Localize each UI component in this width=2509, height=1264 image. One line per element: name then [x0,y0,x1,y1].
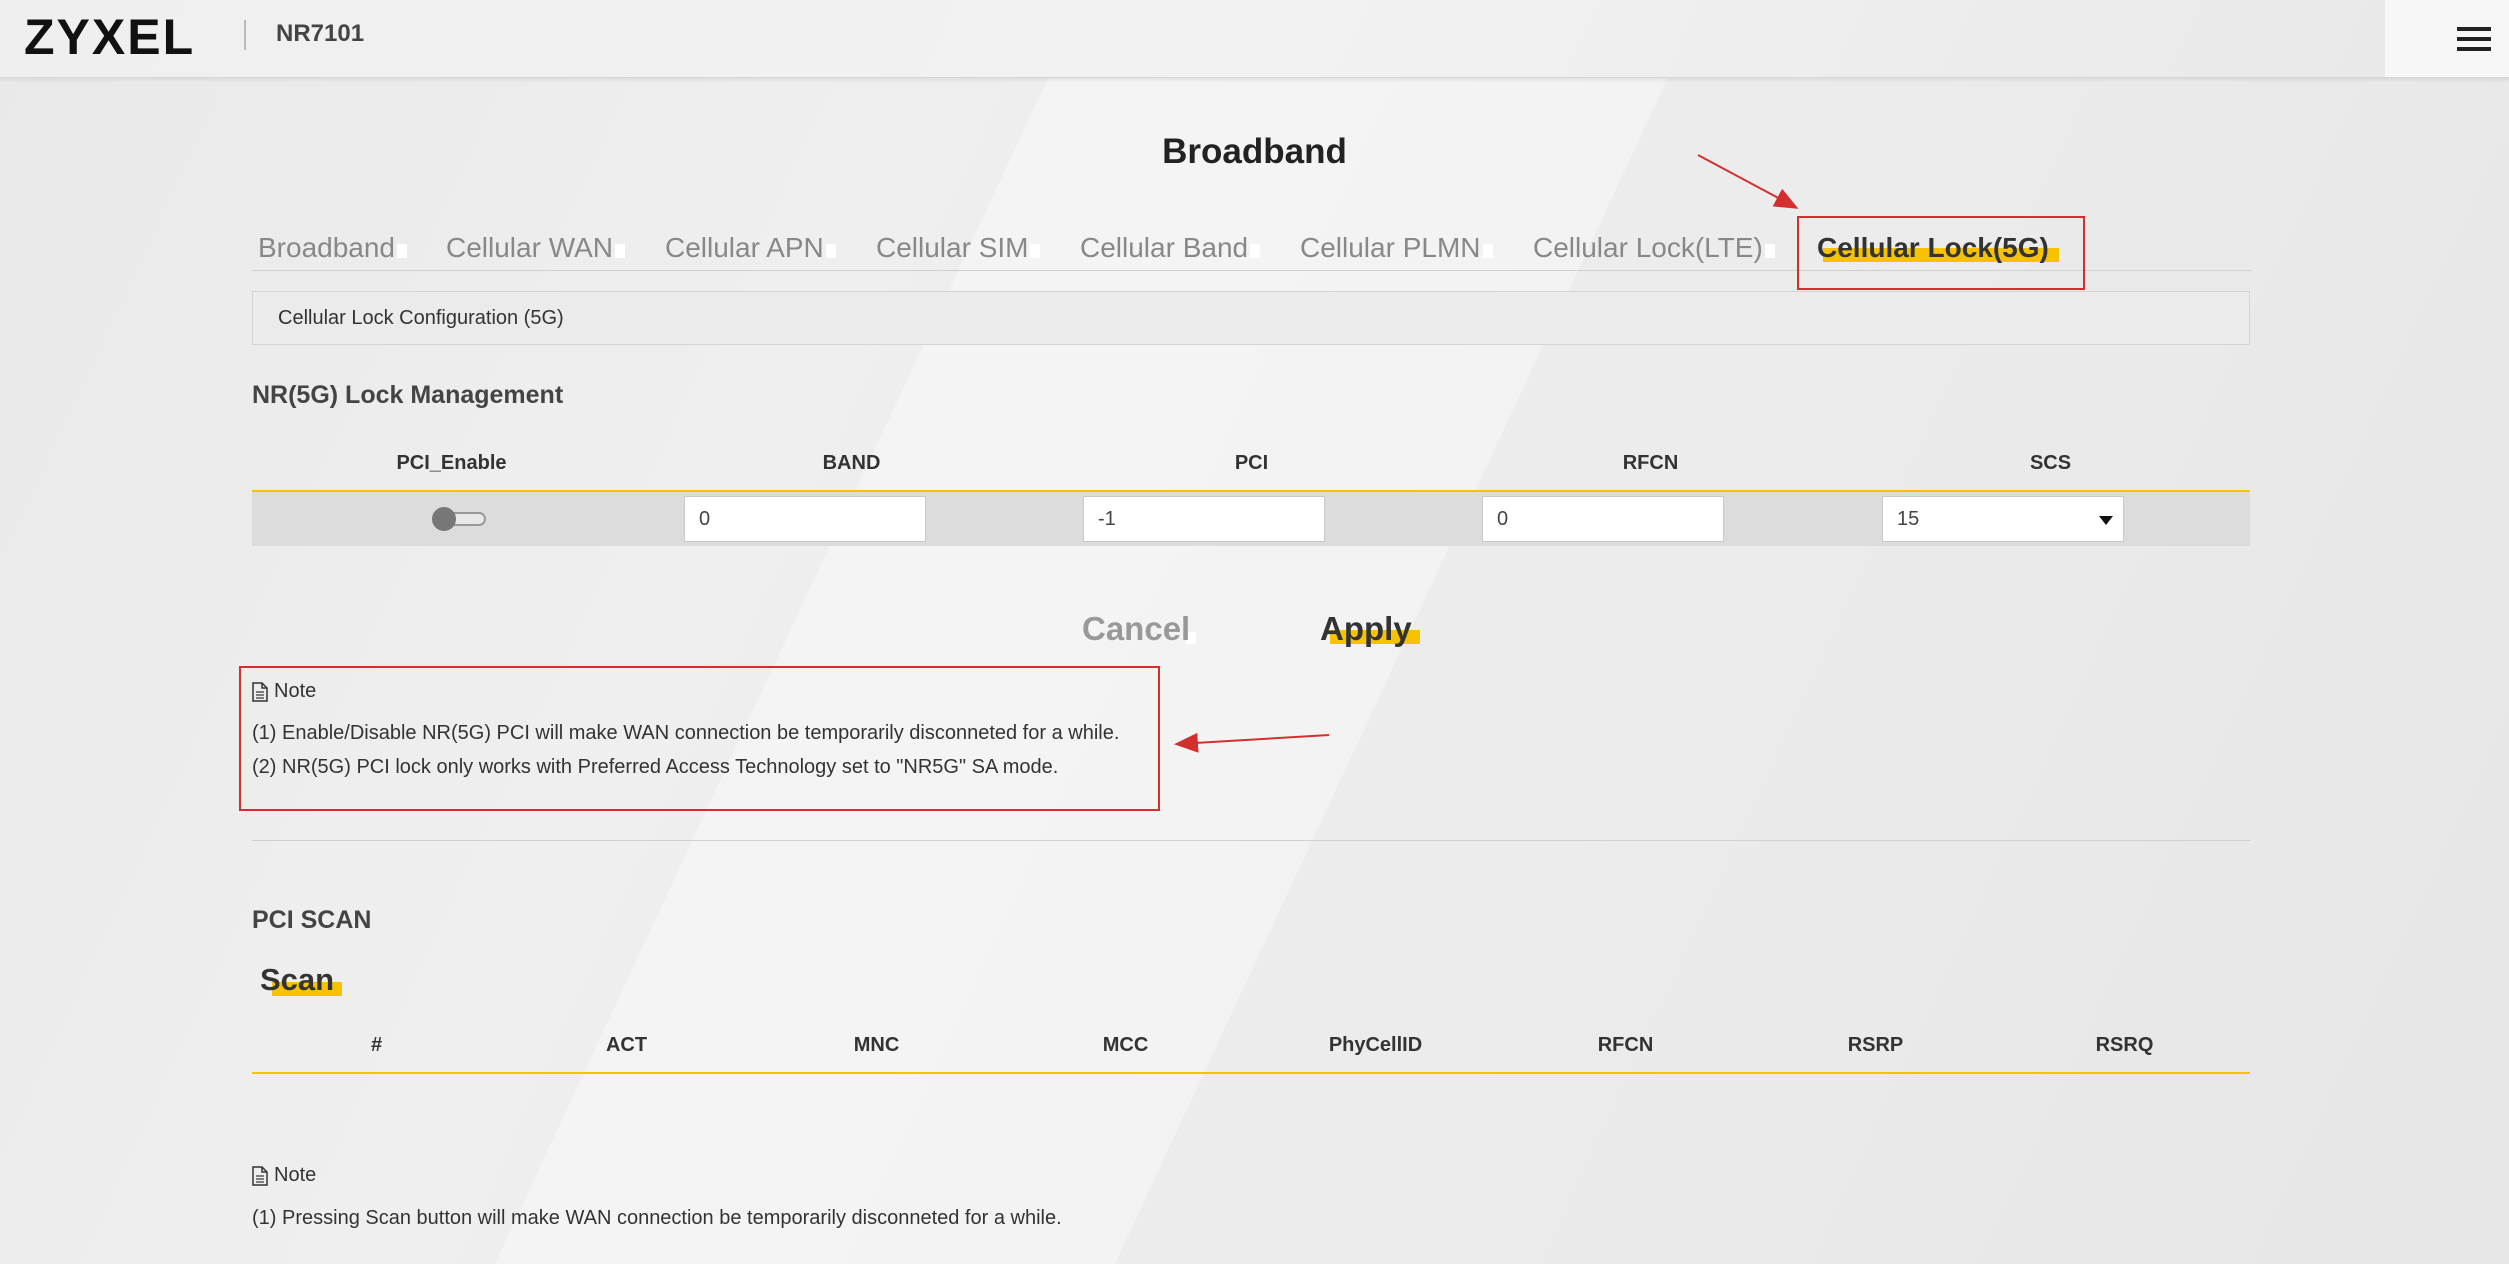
note1-title: Note [252,680,316,703]
document-icon [252,681,268,702]
annotation-arrows [1174,154,1799,753]
col-scs: SCS [2029,452,2072,474]
note1-line-1: (1) Enable/Disable NR(5G) PCI will make … [252,722,1120,744]
tab-broadband[interactable]: Broadband [258,232,408,264]
col-rfcn-scan: RFCN [1597,1034,1654,1056]
note1-line-2: (2) NR(5G) PCI lock only works with Pref… [252,756,1059,778]
menu-button[interactable] [2385,0,2509,77]
hamburger-menu-icon [2457,26,2491,51]
header-divider [244,20,246,50]
tab-cellular-lock-lte[interactable]: Cellular Lock(LTE) [1533,232,1775,264]
apply-label: Apply [1320,610,1412,647]
col-rsrp: RSRP [1847,1034,1904,1056]
col-pci-enable: PCI_Enable [396,452,507,474]
col-act: ACT [605,1034,648,1056]
cancel-button[interactable]: Cancel [1082,610,1197,648]
col-index: # [370,1034,383,1056]
section-separator [252,840,2250,841]
section-bar: Cellular Lock Configuration (5G) [252,291,2250,345]
document-icon [252,1165,268,1186]
pci-enable-toggle[interactable] [432,507,488,531]
rfcn-input[interactable] [1482,496,1724,542]
tab-cellular-plmn[interactable]: Cellular PLMN [1300,232,1492,264]
tab-cellular-sim[interactable]: Cellular SIM [876,232,1042,264]
lock-table-header: PCI_Enable BAND PCI RFCN SCS [252,452,2250,492]
toggle-knob [432,507,456,531]
scs-select[interactable]: 15 [1882,496,2124,542]
note2-title-text: Note [274,1164,317,1186]
col-mcc: MCC [1102,1034,1149,1056]
note1-title-text: Note [274,680,317,702]
annotation-arrow-note [1174,732,1330,753]
tab-cellular-wan[interactable]: Cellular WAN [446,232,625,264]
top-header: ZYXEL NR7101 [0,0,2509,78]
note2-title: Note [252,1164,316,1187]
col-rfcn: RFCN [1622,452,1679,474]
apply-button[interactable]: Apply [1320,610,1420,648]
lock-management-title: NR(5G) Lock Management [252,381,564,409]
scan-button[interactable]: Scan [260,962,343,998]
dropdown-arrow-icon [2099,516,2113,525]
note2-line-1: (1) Pressing Scan button will make WAN c… [252,1207,1062,1229]
lock-table-row: 15 [252,492,2250,546]
pci-input[interactable] [1083,496,1325,542]
pci-scan-title: PCI SCAN [252,906,372,934]
tab-cellular-apn[interactable]: Cellular APN [665,232,836,264]
cancel-label: Cancel [1082,610,1191,647]
band-input[interactable] [684,496,926,542]
scan-table-header: # ACT MNC MCC PhyCellID RFCN RSRP RSRQ [252,1034,2250,1074]
col-mnc: MNC [853,1034,900,1056]
col-pci: PCI [1234,452,1269,474]
zyxel-logo[interactable]: ZYXEL [24,8,214,64]
model-name: NR7101 [276,20,365,47]
col-band: BAND [822,452,881,474]
scan-label: Scan [260,962,335,997]
col-rsrq: RSRQ [2095,1034,2154,1056]
svg-text:ZYXEL: ZYXEL [24,9,195,64]
tab-cellular-band[interactable]: Cellular Band [1080,232,1261,264]
page-title: Broadband [1162,132,1347,171]
scs-selected-value: 15 [1897,507,1920,530]
col-phycellid: PhyCellID [1328,1034,1423,1056]
annotation-box-tab [1797,216,2085,290]
